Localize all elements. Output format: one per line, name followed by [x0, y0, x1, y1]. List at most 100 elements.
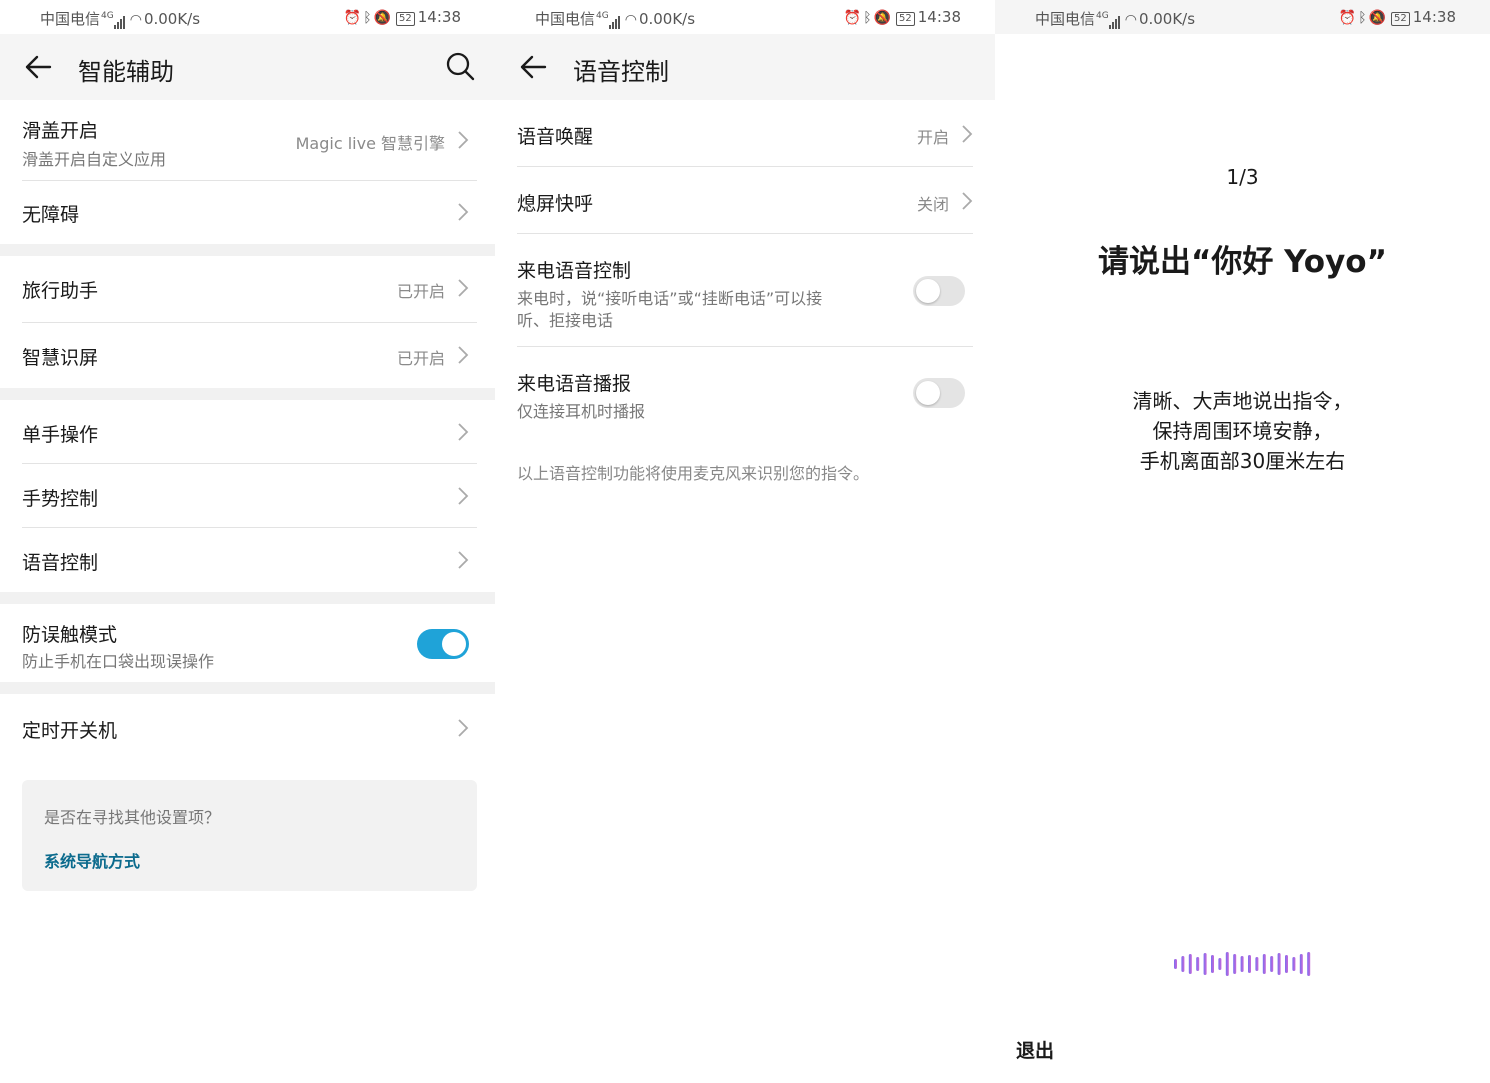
setting-title: 滑盖开启	[22, 120, 99, 142]
incoming-voice-control-toggle[interactable]	[913, 276, 965, 306]
setting-title: 语音唤醒	[517, 126, 594, 148]
chevron-right-icon	[458, 346, 469, 364]
mute-icon: 🔕	[373, 10, 392, 26]
setting-voice-wakeup[interactable]: 语音唤醒 开启	[495, 100, 995, 167]
back-arrow-icon[interactable]	[519, 53, 547, 81]
wave-bar	[1218, 958, 1222, 970]
chevron-right-icon	[962, 125, 973, 143]
setting-travel-assistant[interactable]: 旅行助手 已开启	[0, 256, 495, 323]
wave-bar	[1225, 952, 1229, 976]
suggestion-card: 是否在寻找其他设置项？ 系统导航方式	[22, 780, 477, 891]
voice-settings-list: 语音唤醒 开启 熄屏快呼 关闭 来电语音控制 来电时，说“接听电话”或“挂断电话…	[495, 100, 995, 442]
setting-one-hand[interactable]: 单手操作	[0, 400, 495, 464]
setting-quick-call[interactable]: 熄屏快呼 关闭	[495, 167, 995, 234]
wave-bar	[1181, 956, 1185, 972]
exit-button[interactable]: 退出	[1016, 1036, 1054, 1063]
chevron-right-icon	[458, 719, 469, 737]
carrier-label: 中国电信	[535, 10, 596, 28]
clock: 14:38	[417, 8, 461, 26]
setting-incoming-voice-announce: 来电语音播报 仅连接耳机时播报	[495, 347, 995, 442]
wake-prompt: 请说出“你好 Yoyo”	[1098, 244, 1387, 280]
setting-pocket-mode: 防误触模式 防止手机在口袋出现误操作	[0, 604, 495, 682]
setting-slide-open[interactable]: 滑盖开启 滑盖开启自定义应用 Magic live 智慧引擎	[0, 100, 495, 181]
setting-title: 定时开关机	[22, 720, 118, 742]
wave-bar	[1299, 954, 1303, 974]
chevron-right-icon	[458, 131, 469, 149]
setting-title: 来电语音播报	[517, 373, 632, 395]
setting-scheduled-power[interactable]: 定时开关机	[0, 694, 495, 760]
wifi-icon: ◠	[624, 12, 637, 28]
bluetooth-icon: ᛒ	[1358, 10, 1367, 26]
screen-voice-control: 中国电信4G ◠ 0.00K/s ⏰ ᛒ 🔕 52 14:38 语音控制 语音唤醒 开启 熄…	[495, 0, 995, 1083]
footnote: 以上语音控制功能将使用麦克风来识别您的指令。	[517, 464, 870, 483]
network-type: 4G	[596, 11, 609, 21]
setting-voice-control[interactable]: 语音控制	[0, 528, 495, 592]
setting-value: 开启	[916, 128, 949, 147]
clock: 14:38	[1412, 8, 1456, 26]
setting-title: 旅行助手	[22, 280, 99, 302]
chevron-right-icon	[458, 551, 469, 569]
wave-bar	[1174, 959, 1177, 969]
settings-list: 滑盖开启 滑盖开启自定义应用 Magic live 智慧引擎 无障碍 旅行助手 …	[0, 100, 495, 760]
net-speed: 0.00K/s	[143, 10, 201, 28]
alarm-icon: ⏰	[843, 10, 862, 26]
setting-subtitle-line2: 听、拒接电话	[517, 311, 614, 330]
page-title: 智能辅助	[78, 58, 174, 86]
setting-title: 熄屏快呼	[517, 193, 594, 215]
setting-title: 手势控制	[22, 488, 99, 510]
mute-icon: 🔕	[1368, 10, 1387, 26]
wave-bar	[1285, 955, 1288, 973]
wave-bar	[1307, 952, 1311, 976]
setting-smart-screen[interactable]: 智慧识屏 已开启	[0, 323, 495, 388]
suggestion-question: 是否在寻找其他设置项？	[44, 808, 221, 827]
setting-value: 关闭	[916, 195, 949, 214]
setting-value: 已开启	[396, 282, 445, 301]
setting-subtitle-line1: 来电时，说“接听电话”或“挂断电话”可以接	[517, 289, 823, 308]
setting-value: Magic live 智慧引擎	[295, 134, 445, 153]
toggle-knob	[916, 279, 940, 303]
setting-subtitle: 滑盖开启自定义应用	[22, 150, 167, 169]
setting-gesture[interactable]: 手势控制	[0, 464, 495, 528]
clock: 14:38	[917, 8, 961, 26]
toggle-knob	[442, 632, 466, 656]
carrier-label: 中国电信	[40, 10, 101, 28]
section-gap	[0, 682, 495, 694]
back-arrow-icon[interactable]	[24, 53, 52, 81]
alarm-icon: ⏰	[1338, 10, 1357, 26]
section-gap	[0, 388, 495, 400]
instruction-line: 手机离面部30厘米左右	[1139, 449, 1346, 473]
chevron-right-icon	[962, 192, 973, 210]
status-bar: 中国电信4G ◠ 0.00K/s ⏰ ᛒ 🔕 52 14:38	[0, 0, 495, 34]
network-type: 4G	[101, 11, 114, 21]
net-speed: 0.00K/s	[638, 10, 696, 28]
suggestion-link[interactable]: 系统导航方式	[44, 848, 140, 872]
wave-bar	[1233, 954, 1237, 974]
setting-title: 防误触模式	[22, 624, 118, 646]
wave-bar	[1240, 956, 1244, 972]
net-speed: 0.00K/s	[1138, 10, 1196, 28]
setting-accessibility[interactable]: 无障碍	[0, 181, 495, 244]
setting-value: 已开启	[396, 349, 445, 368]
setting-title: 来电语音控制	[517, 260, 632, 282]
pocket-mode-toggle[interactable]	[417, 629, 469, 659]
signal-icon	[608, 11, 621, 29]
signal-icon	[113, 11, 126, 29]
chevron-right-icon	[458, 487, 469, 505]
bluetooth-icon: ᛒ	[363, 10, 372, 26]
wave-bar	[1211, 955, 1214, 973]
incoming-voice-announce-toggle[interactable]	[913, 378, 965, 408]
battery-icon: 52	[1391, 12, 1410, 26]
wave-bar	[1255, 957, 1259, 971]
wave-bar	[1248, 955, 1251, 973]
wifi-icon: ◠	[129, 12, 142, 28]
chevron-right-icon	[458, 279, 469, 297]
status-bar: 中国电信4G ◠ 0.00K/s ⏰ ᛒ 🔕 52 14:38	[495, 0, 995, 34]
wave-bar	[1188, 954, 1192, 974]
setting-title: 无障碍	[22, 204, 80, 226]
wave-bar	[1203, 953, 1207, 975]
app-header: 语音控制	[495, 34, 995, 100]
battery-icon: 52	[896, 12, 915, 26]
setting-incoming-voice-control: 来电语音控制 来电时，说“接听电话”或“挂断电话”可以接 听、拒接电话	[495, 234, 995, 347]
search-icon[interactable]	[445, 51, 475, 81]
battery-icon: 52	[396, 12, 415, 26]
